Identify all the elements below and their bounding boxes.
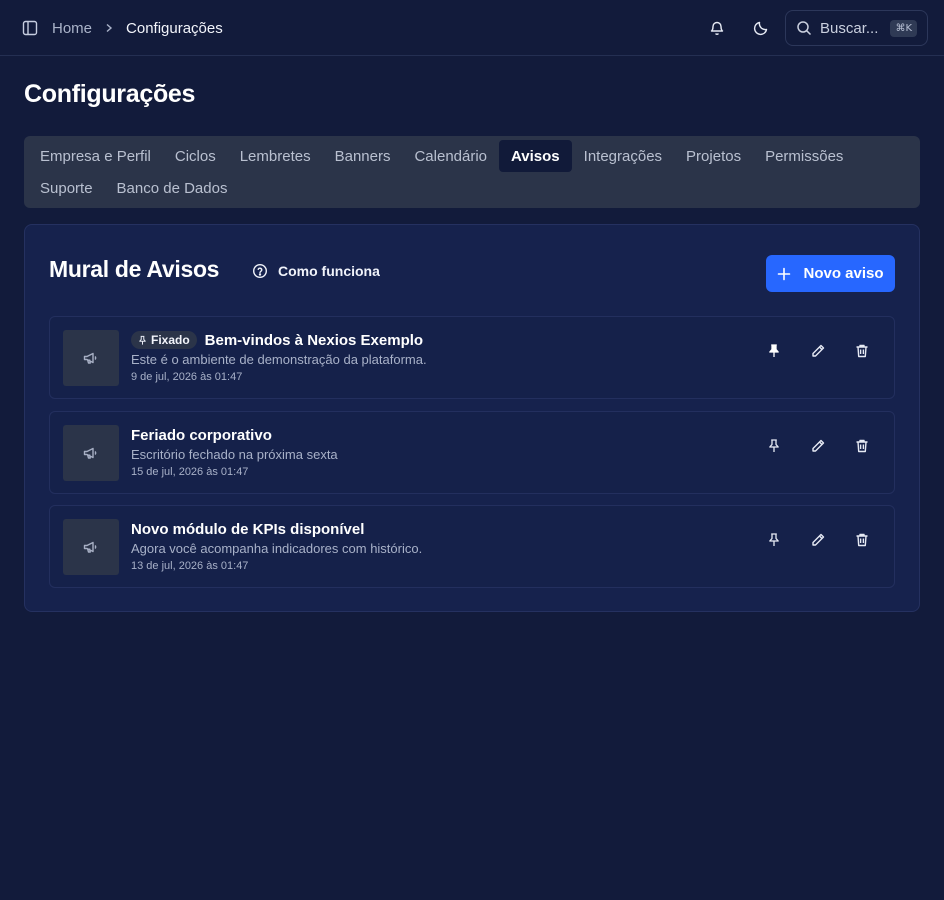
notice-actions	[762, 339, 874, 363]
shortcut-badge: ⌘K	[890, 19, 917, 37]
megaphone-icon	[82, 349, 100, 367]
notice-description: Escritório fechado na próxima sexta	[131, 447, 338, 462]
notice-item: Feriado corporativo Escritório fechado n…	[49, 411, 895, 494]
tab-projetos[interactable]: Projetos	[674, 140, 753, 172]
tab-permissoes[interactable]: Permissões	[753, 140, 855, 172]
tab-suporte[interactable]: Suporte	[28, 172, 105, 204]
pencil-icon	[810, 438, 826, 454]
notices-card: Mural de Avisos Como funciona Novo aviso	[24, 224, 920, 612]
pin-icon	[766, 532, 782, 548]
pin-filled-icon	[766, 343, 782, 359]
trash-icon	[854, 532, 870, 548]
pinned-label: Fixado	[151, 333, 190, 347]
page-title: Configurações	[24, 80, 196, 108]
pinned-badge: Fixado	[131, 331, 197, 349]
how-it-works-link[interactable]: Como funciona	[252, 262, 380, 280]
pin-icon	[766, 438, 782, 454]
tab-lembretes[interactable]: Lembretes	[228, 140, 323, 172]
settings-tabs: Empresa e Perfil Ciclos Lembretes Banner…	[24, 136, 920, 208]
edit-button[interactable]	[806, 434, 830, 458]
trash-icon	[854, 438, 870, 454]
search-button[interactable]: Buscar... ⌘K	[785, 10, 928, 46]
delete-button[interactable]	[850, 528, 874, 552]
search-label: Buscar...	[820, 19, 879, 37]
top-bar: Home Configurações Buscar... ⌘K	[0, 0, 944, 56]
notice-title: Feriado corporativo	[131, 426, 272, 444]
pin-button[interactable]	[762, 528, 786, 552]
breadcrumb: Home Configurações	[52, 18, 223, 38]
tab-row-1: Empresa e Perfil Ciclos Lembretes Banner…	[28, 140, 916, 172]
pencil-icon	[810, 532, 826, 548]
breadcrumb-home[interactable]: Home	[52, 20, 92, 37]
tab-row-2: Suporte Banco de Dados	[28, 172, 916, 204]
notice-thumbnail	[63, 519, 119, 575]
new-notice-label: Novo aviso	[803, 265, 884, 282]
pin-button[interactable]	[762, 434, 786, 458]
how-it-works-label: Como funciona	[278, 263, 380, 279]
pin-icon	[137, 335, 148, 346]
delete-button[interactable]	[850, 339, 874, 363]
notice-title-line: Feriado corporativo	[131, 426, 338, 444]
bell-icon[interactable]	[705, 16, 729, 40]
notice-title: Novo módulo de KPIs disponível	[131, 520, 365, 538]
sidebar-toggle-icon[interactable]	[20, 18, 40, 38]
notice-actions	[762, 528, 874, 552]
tab-calendario[interactable]: Calendário	[402, 140, 499, 172]
edit-button[interactable]	[806, 339, 830, 363]
megaphone-icon	[82, 444, 100, 462]
card-title: Mural de Avisos	[49, 256, 220, 282]
notice-item: Novo módulo de KPIs disponível Agora voc…	[49, 505, 895, 588]
breadcrumb-current: Configurações	[126, 19, 223, 37]
notice-title: Bem-vindos à Nexios Exemplo	[204, 331, 424, 349]
notice-content: Fixado Bem-vindos à Nexios Exemplo Este …	[131, 331, 427, 383]
tab-banco-de-dados[interactable]: Banco de Dados	[105, 172, 240, 204]
delete-button[interactable]	[850, 434, 874, 458]
tab-empresa-perfil[interactable]: Empresa e Perfil	[28, 140, 163, 172]
notice-thumbnail	[63, 330, 119, 386]
notice-description: Este é o ambiente de demonstração da pla…	[131, 352, 427, 367]
notice-date: 9 de jul, 2026 às 01:47	[131, 371, 243, 383]
tab-banners[interactable]: Banners	[323, 140, 403, 172]
pencil-icon	[810, 343, 826, 359]
notice-title-line: Novo módulo de KPIs disponível	[131, 520, 422, 538]
help-circle-icon	[252, 263, 268, 279]
notice-item: Fixado Bem-vindos à Nexios Exemplo Este …	[49, 316, 895, 399]
new-notice-button[interactable]: Novo aviso	[766, 255, 895, 292]
trash-icon	[854, 343, 870, 359]
notice-date: 13 de jul, 2026 às 01:47	[131, 560, 249, 572]
unpin-button[interactable]	[762, 339, 786, 363]
chevron-right-icon	[104, 23, 114, 33]
notice-description: Agora você acompanha indicadores com his…	[131, 541, 423, 556]
notice-actions	[762, 434, 874, 458]
tab-ciclos[interactable]: Ciclos	[163, 140, 228, 172]
tab-integracoes[interactable]: Integrações	[572, 140, 674, 172]
tab-avisos[interactable]: Avisos	[499, 140, 572, 172]
notice-title-line: Fixado Bem-vindos à Nexios Exemplo	[131, 331, 427, 349]
notice-content: Feriado corporativo Escritório fechado n…	[131, 426, 338, 479]
edit-button[interactable]	[806, 528, 830, 552]
plus-icon	[777, 267, 791, 281]
notice-date: 15 de jul, 2026 às 01:47	[131, 466, 249, 478]
megaphone-icon	[82, 538, 100, 556]
notice-content: Novo módulo de KPIs disponível Agora voc…	[131, 520, 423, 573]
moon-icon[interactable]	[749, 16, 773, 40]
notice-thumbnail	[63, 425, 119, 481]
search-icon	[796, 20, 812, 36]
